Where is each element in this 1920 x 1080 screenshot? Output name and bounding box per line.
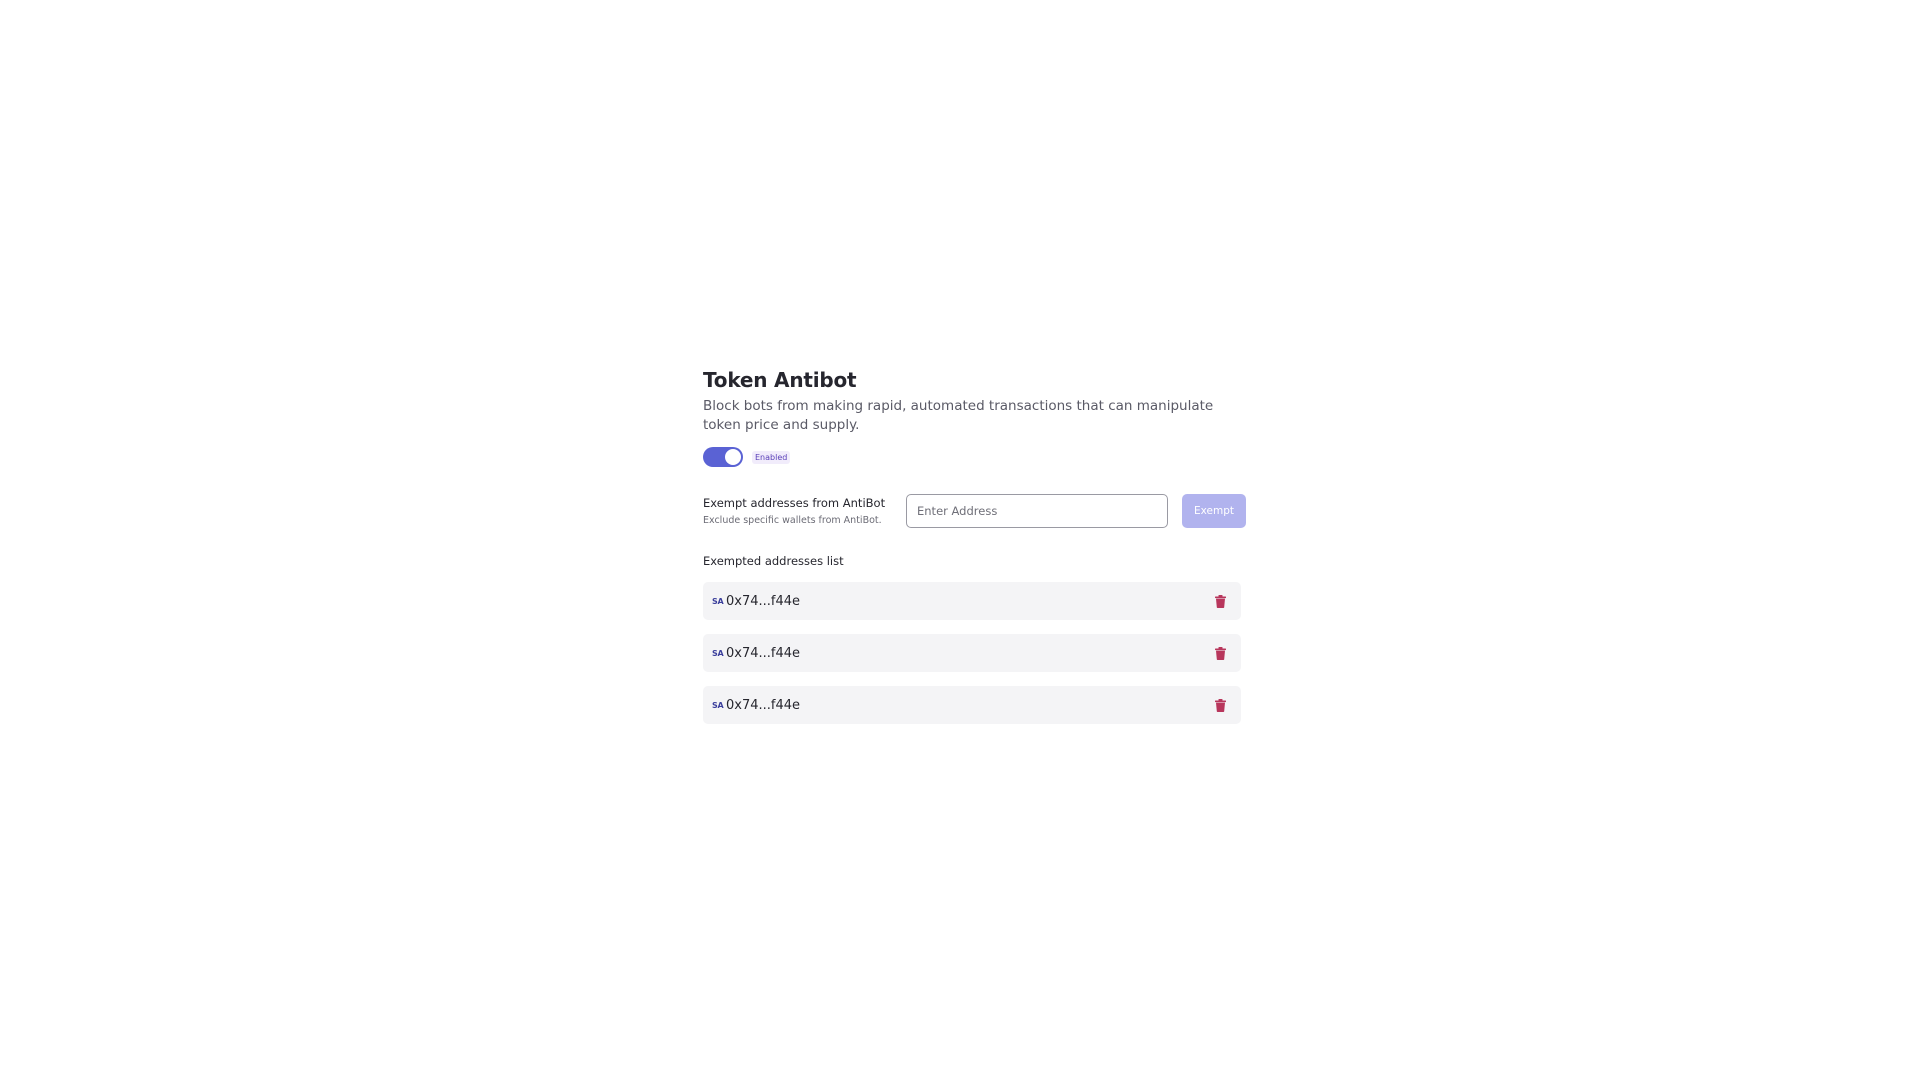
address-avatar-icon: SA <box>712 700 724 710</box>
trash-icon[interactable] <box>1208 589 1232 613</box>
toggle-status-badge: Enabled <box>752 450 791 464</box>
address-avatar-icon: SA <box>712 648 724 658</box>
exempt-hint: Exclude specific wallets from AntiBot. <box>703 514 882 526</box>
exempted-list-heading: Exempted addresses list <box>703 554 844 568</box>
exempted-address-list: SA 0x74...f44e SA 0x74...f44e SA 0x74...… <box>703 582 1241 724</box>
toggle-knob <box>725 449 741 465</box>
exempt-text-block: Exempt addresses from AntiBot Exclude sp… <box>703 496 906 527</box>
address-avatar-icon: SA <box>712 596 724 606</box>
antibot-toggle[interactable] <box>703 447 743 467</box>
list-item: SA 0x74...f44e <box>703 582 1241 620</box>
address-text: 0x74...f44e <box>726 593 801 609</box>
exempt-label: Exempt addresses from AntiBot <box>703 495 886 510</box>
list-item: SA 0x74...f44e <box>703 634 1241 672</box>
trash-icon[interactable] <box>1208 693 1232 717</box>
token-antibot-panel: Token Antibot Block bots from making rap… <box>703 366 1246 738</box>
trash-icon[interactable] <box>1208 641 1232 665</box>
list-item: SA 0x74...f44e <box>703 686 1241 724</box>
exempt-address-row: Exempt addresses from AntiBot Exclude sp… <box>703 494 1246 528</box>
page-title: Token Antibot <box>703 368 857 392</box>
address-text: 0x74...f44e <box>726 645 801 661</box>
address-input[interactable] <box>906 494 1168 528</box>
address-text: 0x74...f44e <box>726 697 801 713</box>
exempt-button[interactable]: Exempt <box>1182 494 1246 528</box>
page-description: Block bots from making rapid, automated … <box>703 398 1214 433</box>
antibot-toggle-row: Enabled <box>703 446 1246 468</box>
